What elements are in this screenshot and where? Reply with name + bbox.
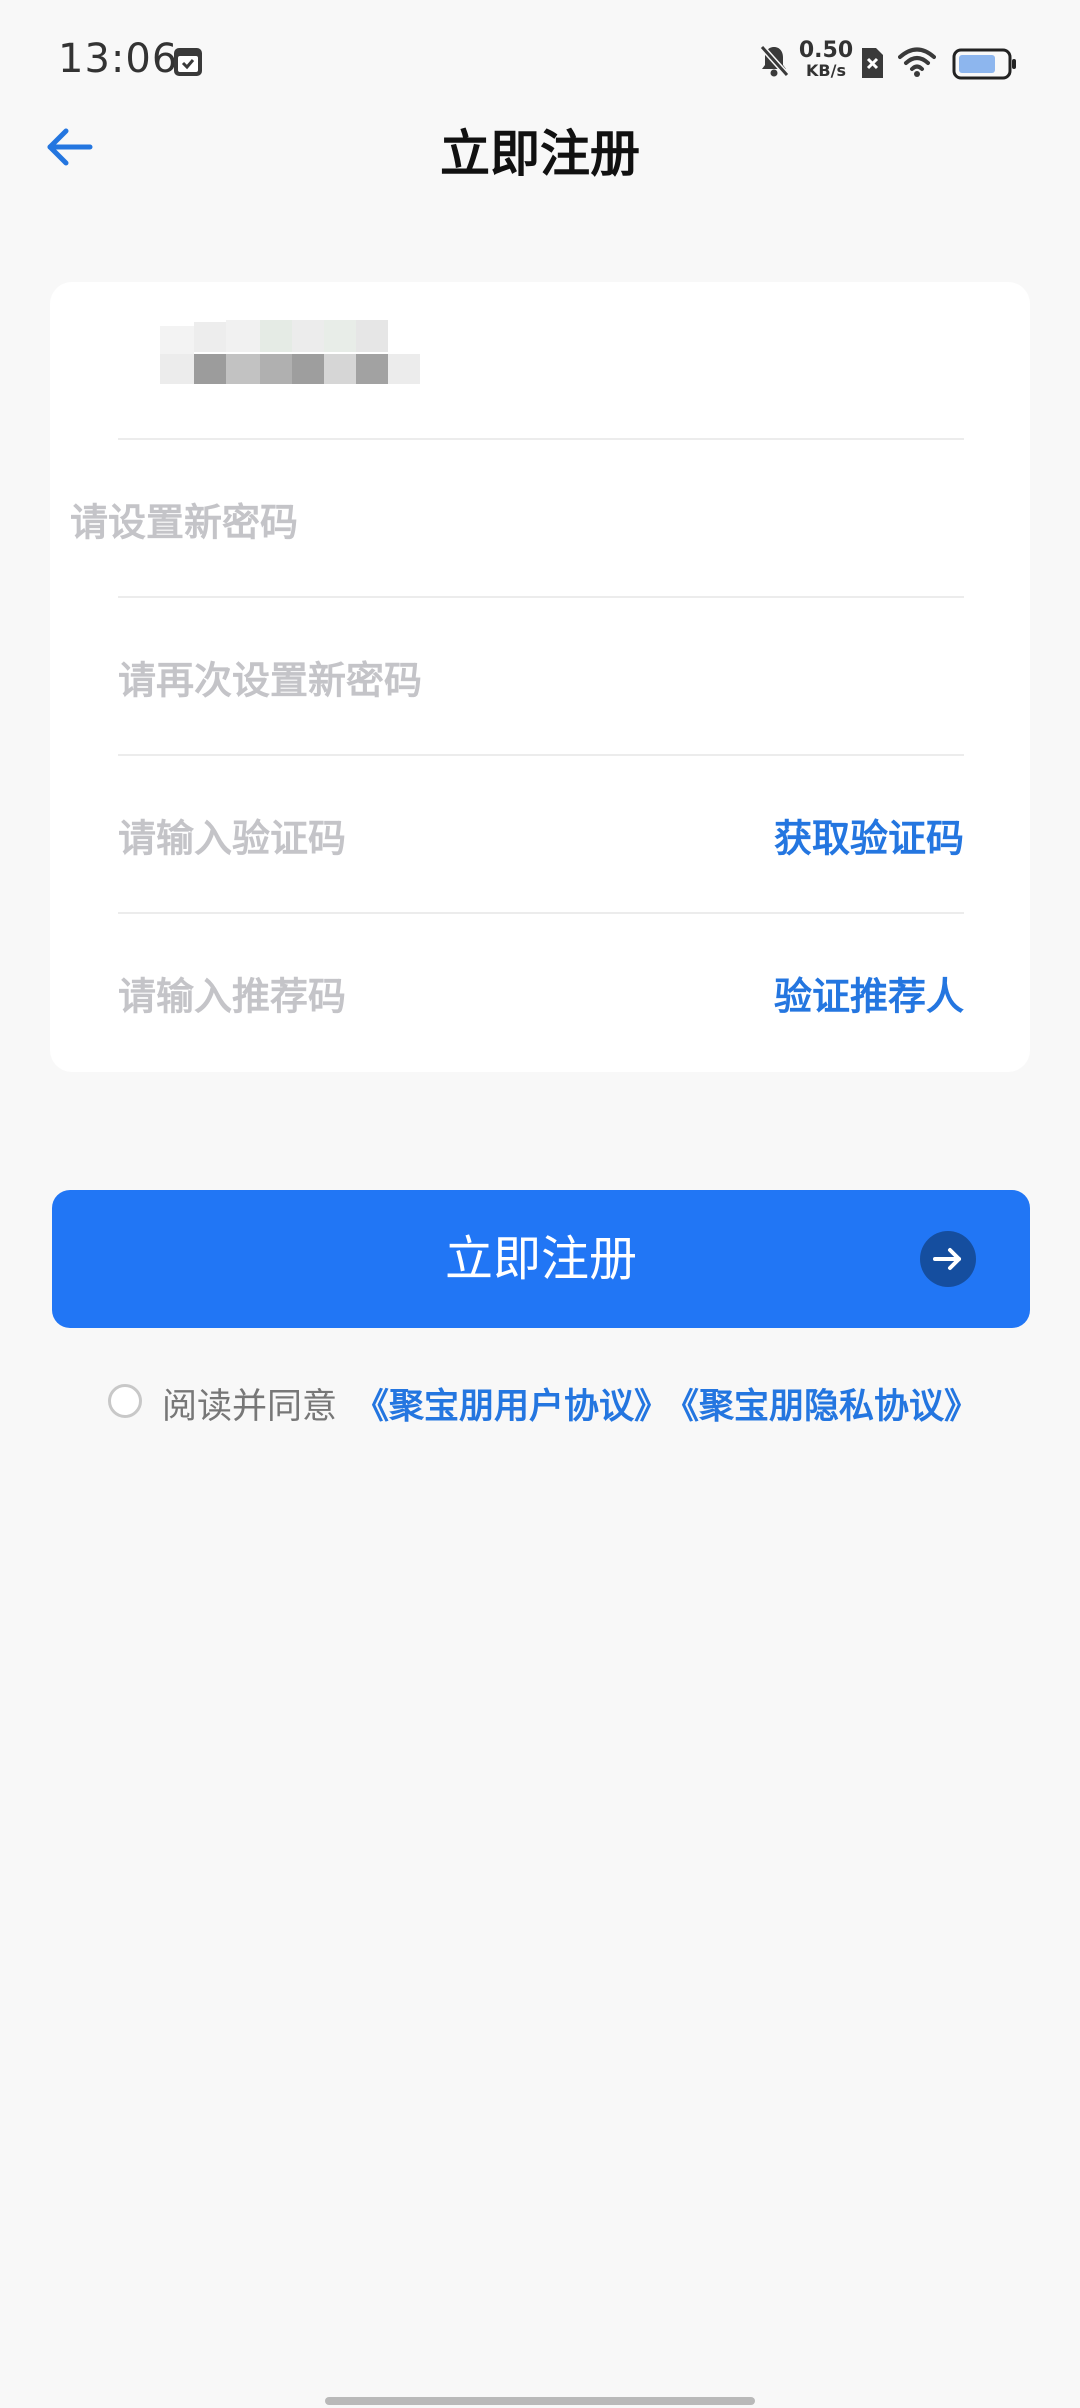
network-speed-value: 0.50 xyxy=(798,38,854,63)
register-button[interactable]: 立即注册 xyxy=(52,1190,1030,1328)
network-speed: 0.50 KB/s xyxy=(798,40,854,79)
register-form-card: 请设置新密码 请再次设置新密码 请输入验证码 获取验证码 请输入推荐码 验证推荐… xyxy=(50,282,1030,1072)
network-speed-unit: KB/s xyxy=(806,61,846,80)
arrow-right-circle-icon xyxy=(920,1231,976,1287)
confirm-password-placeholder: 请再次设置新密码 xyxy=(118,658,423,703)
phone-row xyxy=(118,282,964,440)
status-bar: 13:06 0.50 KB/s xyxy=(0,0,1080,110)
confirm-password-field[interactable]: 请再次设置新密码 xyxy=(118,598,964,756)
sim-blocked-icon xyxy=(862,48,883,78)
calendar-icon xyxy=(174,48,202,76)
agreement-checkbox[interactable] xyxy=(108,1384,142,1418)
agreement-prefix: 阅读并同意 xyxy=(162,1387,338,1427)
user-agreement-link[interactable]: 《聚宝朋用户协议》 xyxy=(354,1378,669,1429)
referral-code-row: 请输入推荐码 验证推荐人 xyxy=(118,914,964,1072)
password-field[interactable]: 请设置新密码 xyxy=(70,440,964,598)
phone-number-blurred xyxy=(160,320,420,384)
verify-code-field[interactable]: 请输入验证码 xyxy=(118,808,346,863)
verify-code-row: 请输入验证码 获取验证码 xyxy=(118,756,964,914)
wifi-icon xyxy=(898,47,936,77)
referral-code-field[interactable]: 请输入推荐码 xyxy=(118,966,346,1021)
privacy-agreement-link[interactable]: 《聚宝朋隐私协议》 xyxy=(664,1378,979,1429)
battery-icon xyxy=(952,48,1016,80)
phone-field[interactable] xyxy=(160,320,450,386)
home-indicator[interactable] xyxy=(325,2397,755,2405)
verify-referrer-button[interactable]: 验证推荐人 xyxy=(774,966,964,1021)
get-code-button[interactable]: 获取验证码 xyxy=(774,808,964,863)
register-button-label: 立即注册 xyxy=(444,1231,637,1287)
page-title: 立即注册 xyxy=(440,125,640,183)
status-time: 13:06 xyxy=(58,36,179,82)
bell-muted-icon xyxy=(759,45,790,77)
password-placeholder: 请设置新密码 xyxy=(70,500,299,545)
